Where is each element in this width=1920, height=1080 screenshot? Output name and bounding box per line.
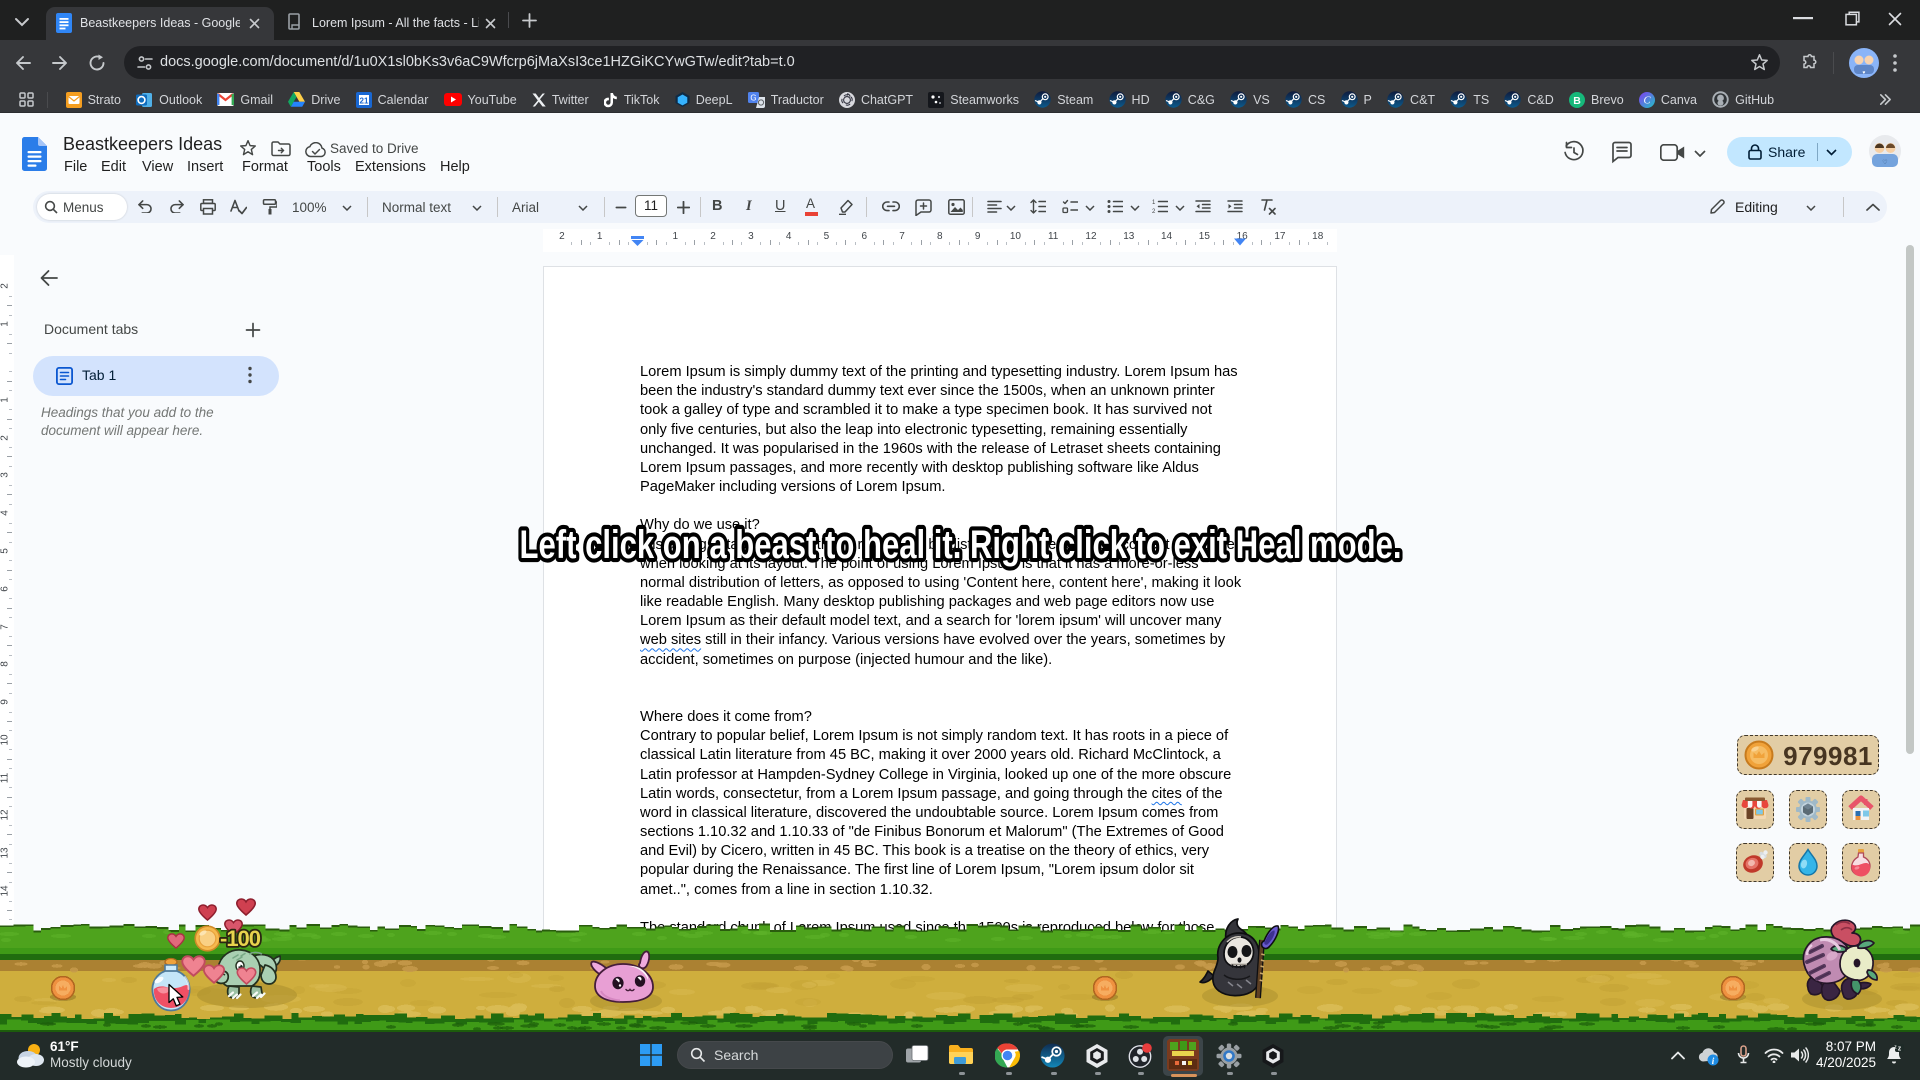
svg-text:C: C bbox=[1643, 95, 1651, 106]
svg-text:-100: -100 bbox=[220, 926, 261, 951]
svg-text:♥: ♥ bbox=[1863, 70, 1866, 76]
svg-text:1: 1 bbox=[1152, 200, 1156, 206]
svg-text:B: B bbox=[1573, 94, 1581, 106]
svg-text:2: 2 bbox=[1152, 209, 1156, 214]
svg-text:♡: ♡ bbox=[1882, 159, 1887, 166]
svg-text:G: G bbox=[750, 93, 756, 102]
svg-text:z: z bbox=[1898, 1046, 1902, 1053]
svg-text:Left click on a beast to heal: Left click on a beast to heal it. Right … bbox=[520, 523, 1402, 567]
svg-text:21: 21 bbox=[359, 96, 368, 105]
